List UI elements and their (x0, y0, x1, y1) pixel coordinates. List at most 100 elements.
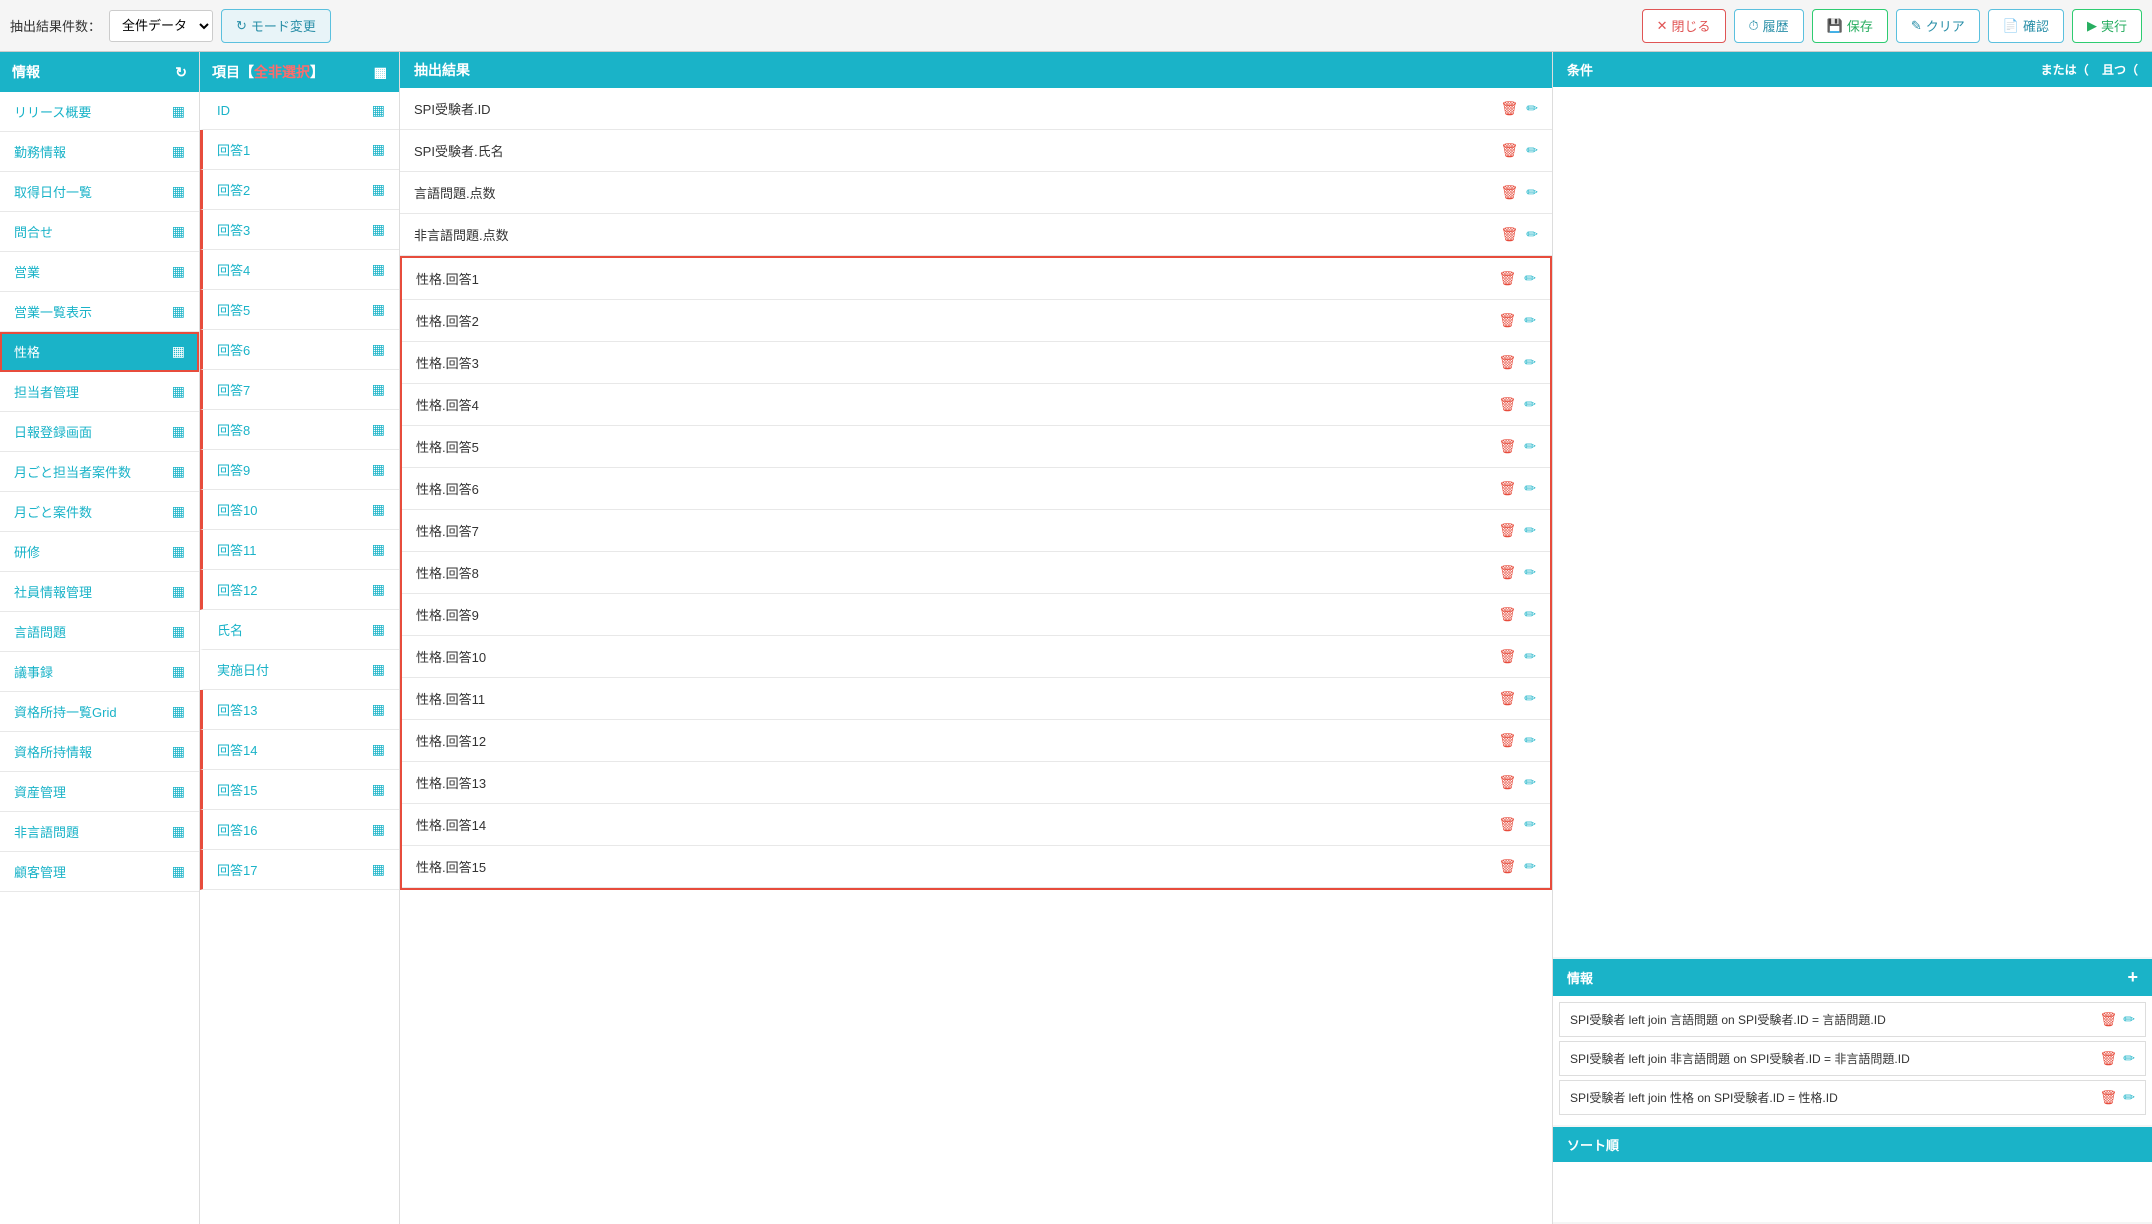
middle-item-15[interactable]: 回答13▦ (200, 690, 399, 730)
edit-icon-9[interactable]: ✏ (1524, 480, 1536, 497)
delete-icon-11[interactable]: 🗑 (1498, 564, 1516, 581)
sidebar-item-icon-9: ▦ (172, 463, 185, 480)
delete-icon-15[interactable]: 🗑 (1498, 732, 1516, 749)
middle-item-0[interactable]: ID▦ (200, 92, 399, 130)
middle-item-6[interactable]: 回答6▦ (200, 330, 399, 370)
sidebar-item-2[interactable]: 取得日付一覧▦ (0, 172, 199, 212)
sidebar-item-15[interactable]: 資格所持一覧Grid▦ (0, 692, 199, 732)
edit-icon-8[interactable]: ✏ (1524, 438, 1536, 455)
edit-icon-13[interactable]: ✏ (1524, 648, 1536, 665)
sidebar-item-16[interactable]: 資格所持情報▦ (0, 732, 199, 772)
delete-icon-9[interactable]: 🗑 (1498, 480, 1516, 497)
sidebar-item-7[interactable]: 担当者管理▦ (0, 372, 199, 412)
delete-icon-7[interactable]: 🗑 (1498, 396, 1516, 413)
middle-item-3[interactable]: 回答3▦ (200, 210, 399, 250)
middle-item-14[interactable]: 実施日付▦ (200, 650, 399, 690)
info-edit-icon-1[interactable]: ✏ (2123, 1050, 2135, 1067)
sidebar-item-6[interactable]: 性格▦ (0, 332, 199, 372)
middle-item-icon-7: ▦ (372, 381, 385, 398)
info-edit-icon-2[interactable]: ✏ (2123, 1089, 2135, 1106)
delete-icon-0[interactable]: 🗑 (1500, 100, 1518, 117)
sidebar-item-icon-2: ▦ (172, 183, 185, 200)
sidebar-item-4[interactable]: 営業▦ (0, 252, 199, 292)
sidebar-item-1[interactable]: 勤務情報▦ (0, 132, 199, 172)
delete-icon-12[interactable]: 🗑 (1498, 606, 1516, 623)
sidebar-item-5[interactable]: 営業一覧表示▦ (0, 292, 199, 332)
extract-count-select[interactable]: 全件データ 100件 500件 1000件 (109, 10, 213, 42)
middle-item-icon-16: ▦ (372, 741, 385, 758)
delete-icon-4[interactable]: 🗑 (1498, 270, 1516, 287)
middle-item-8[interactable]: 回答8▦ (200, 410, 399, 450)
info-delete-icon-0[interactable]: 🗑 (2099, 1011, 2117, 1028)
middle-item-10[interactable]: 回答10▦ (200, 490, 399, 530)
info-item-actions-1: 🗑 ✏ (2099, 1050, 2135, 1067)
sidebar-item-11[interactable]: 研修▦ (0, 532, 199, 572)
save-button[interactable]: 💾 保存 (1812, 9, 1888, 43)
sidebar-item-3[interactable]: 問合せ▦ (0, 212, 199, 252)
confirm-button[interactable]: 📄 確認 (1988, 9, 2064, 43)
info-delete-icon-2[interactable]: 🗑 (2099, 1089, 2117, 1106)
sidebar-item-9[interactable]: 月ごと担当者案件数▦ (0, 452, 199, 492)
sidebar-item-18[interactable]: 非言語問題▦ (0, 812, 199, 852)
delete-icon-1[interactable]: 🗑 (1500, 142, 1518, 159)
sidebar-item-17[interactable]: 資産管理▦ (0, 772, 199, 812)
edit-icon-4[interactable]: ✏ (1524, 270, 1536, 287)
execute-button[interactable]: ▶ 実行 (2072, 9, 2142, 43)
middle-item-2[interactable]: 回答2▦ (200, 170, 399, 210)
history-button[interactable]: ⏱ 履歴 (1734, 9, 1804, 43)
middle-item-11[interactable]: 回答11▦ (200, 530, 399, 570)
edit-icon-5[interactable]: ✏ (1524, 312, 1536, 329)
delete-icon-3[interactable]: 🗑 (1500, 226, 1518, 243)
delete-icon-14[interactable]: 🗑 (1498, 690, 1516, 707)
middle-item-17[interactable]: 回答15▦ (200, 770, 399, 810)
edit-icon-0[interactable]: ✏ (1526, 100, 1538, 117)
middle-item-19[interactable]: 回答17▦ (200, 850, 399, 890)
delete-icon-17[interactable]: 🗑 (1498, 816, 1516, 833)
middle-item-9[interactable]: 回答9▦ (200, 450, 399, 490)
delete-icon-18[interactable]: 🗑 (1498, 858, 1516, 875)
edit-icon-12[interactable]: ✏ (1524, 606, 1536, 623)
sidebar-item-19[interactable]: 顧客管理▦ (0, 852, 199, 892)
delete-icon-5[interactable]: 🗑 (1498, 312, 1516, 329)
refresh-icon[interactable]: ↻ (175, 64, 187, 81)
middle-item-18[interactable]: 回答16▦ (200, 810, 399, 850)
delete-icon-10[interactable]: 🗑 (1498, 522, 1516, 539)
edit-icon-15[interactable]: ✏ (1524, 732, 1536, 749)
edit-icon-17[interactable]: ✏ (1524, 816, 1536, 833)
sidebar-item-13[interactable]: 言語問題▦ (0, 612, 199, 652)
sidebar-item-12[interactable]: 社員情報管理▦ (0, 572, 199, 612)
sidebar-item-0[interactable]: リリース概要▦ (0, 92, 199, 132)
middle-item-4[interactable]: 回答4▦ (200, 250, 399, 290)
delete-icon-6[interactable]: 🗑 (1498, 354, 1516, 371)
close-button[interactable]: ✕ 閉じる (1642, 9, 1726, 43)
middle-item-1[interactable]: 回答1▦ (200, 130, 399, 170)
clear-button[interactable]: ✎ クリア (1896, 9, 1980, 43)
edit-icon-18[interactable]: ✏ (1524, 858, 1536, 875)
edit-icon-3[interactable]: ✏ (1526, 226, 1538, 243)
middle-item-12[interactable]: 回答12▦ (200, 570, 399, 610)
info-delete-icon-1[interactable]: 🗑 (2099, 1050, 2117, 1067)
delete-icon-13[interactable]: 🗑 (1498, 648, 1516, 665)
sidebar-item-8[interactable]: 日報登録画面▦ (0, 412, 199, 452)
middle-item-16[interactable]: 回答14▦ (200, 730, 399, 770)
edit-icon-1[interactable]: ✏ (1526, 142, 1538, 159)
delete-icon-2[interactable]: 🗑 (1500, 184, 1518, 201)
middle-item-13[interactable]: 氏名▦ (200, 610, 399, 650)
delete-icon-8[interactable]: 🗑 (1498, 438, 1516, 455)
sidebar: 情報 ↻ リリース概要▦勤務情報▦取得日付一覧▦問合せ▦営業▦営業一覧表示▦性格… (0, 52, 200, 1224)
info-edit-icon-0[interactable]: ✏ (2123, 1011, 2135, 1028)
edit-icon-7[interactable]: ✏ (1524, 396, 1536, 413)
edit-icon-10[interactable]: ✏ (1524, 522, 1536, 539)
sidebar-item-10[interactable]: 月ごと案件数▦ (0, 492, 199, 532)
sidebar-item-14[interactable]: 議事録▦ (0, 652, 199, 692)
mode-change-button[interactable]: ↻ モード変更 (221, 9, 331, 43)
middle-item-7[interactable]: 回答7▦ (200, 370, 399, 410)
edit-icon-2[interactable]: ✏ (1526, 184, 1538, 201)
add-info-button[interactable]: + (2127, 967, 2138, 988)
edit-icon-6[interactable]: ✏ (1524, 354, 1536, 371)
edit-icon-14[interactable]: ✏ (1524, 690, 1536, 707)
edit-icon-16[interactable]: ✏ (1524, 774, 1536, 791)
edit-icon-11[interactable]: ✏ (1524, 564, 1536, 581)
delete-icon-16[interactable]: 🗑 (1498, 774, 1516, 791)
middle-item-5[interactable]: 回答5▦ (200, 290, 399, 330)
